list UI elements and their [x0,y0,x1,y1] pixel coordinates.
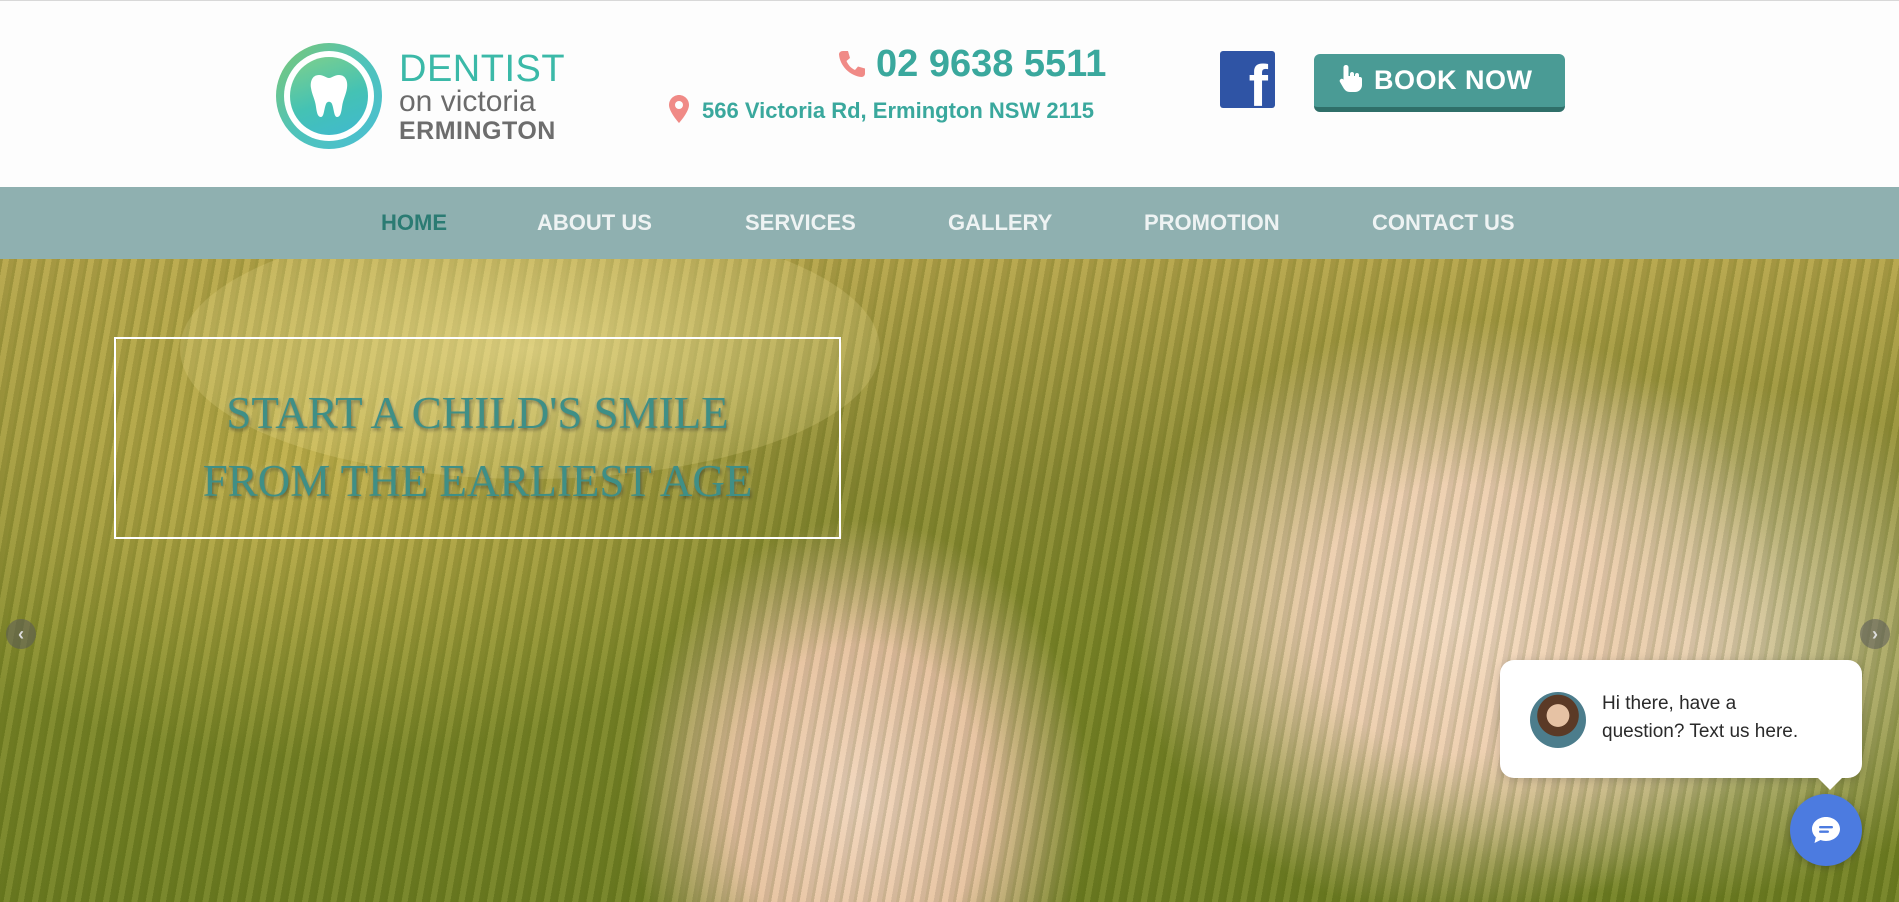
hand-pointer-icon [1338,63,1364,98]
address-text: 566 Victoria Rd, Ermington NSW 2115 [702,98,1095,123]
nav-item-promotion[interactable]: PROMOTION [1144,187,1280,259]
chevron-left-icon: ‹ [18,624,24,644]
phone-number[interactable]: 02 9638 5511 [876,39,1106,89]
hero-caption-box: START A CHILD'S SMILE FROM THE EARLIEST … [114,337,841,539]
chevron-right-icon: › [1872,624,1878,644]
phone-contact[interactable]: 02 9638 5511 [836,39,1106,89]
phone-icon [836,48,868,80]
nav-item-gallery[interactable]: GALLERY [948,187,1052,259]
hero-headline-line1: START A CHILD'S SMILE [226,388,729,438]
site-logo[interactable]: DENTIST on victoria ERMINGTON [276,43,565,149]
chat-prompt-bubble[interactable]: Hi there, have a question? Text us here. [1500,660,1862,790]
chat-prompt-line1: Hi there, have a [1602,693,1737,714]
chat-icon [1812,817,1840,843]
logo-emblem [276,43,382,149]
hero-headline-line2: FROM THE EARLIEST AGE [202,456,753,506]
address-contact: 566 Victoria Rd, Ermington NSW 2115 [668,93,1094,129]
chat-prompt-line2: question? Text us here. [1602,721,1799,742]
facebook-button[interactable]: f [1220,51,1275,116]
chat-prompt-text: Hi there, have a question? Text us here. [1602,690,1842,746]
avatar [1530,692,1586,748]
logo-text-dentist: DENTIST [399,48,566,90]
slider-prev-button[interactable]: ‹ [6,619,36,649]
book-now-label: BOOK NOW [1374,65,1533,95]
tooth-icon [310,75,348,117]
hero-slider: START A CHILD'S SMILE FROM THE EARLIEST … [0,259,1899,902]
nav-item-about-us[interactable]: ABOUT US [537,187,652,259]
nav-item-contact-us[interactable]: CONTACT US [1372,187,1515,259]
site-header: DENTIST on victoria ERMINGTON 02 9638 55… [0,1,1899,187]
slider-next-button[interactable]: › [1860,619,1890,649]
chat-launcher-button[interactable] [1790,794,1862,866]
location-pin-icon [668,94,690,129]
logo-text-on-victoria: on victoria [399,85,536,118]
nav-item-services[interactable]: SERVICES [745,187,856,259]
nav-item-home[interactable]: HOME [381,187,447,259]
book-now-button[interactable]: BOOK NOW [1314,54,1565,112]
facebook-icon: f [1248,54,1268,119]
main-navigation: HOME ABOUT US SERVICES GALLERY PROMOTION… [0,187,1899,259]
logo-text-ermington: ERMINGTON [399,117,556,145]
